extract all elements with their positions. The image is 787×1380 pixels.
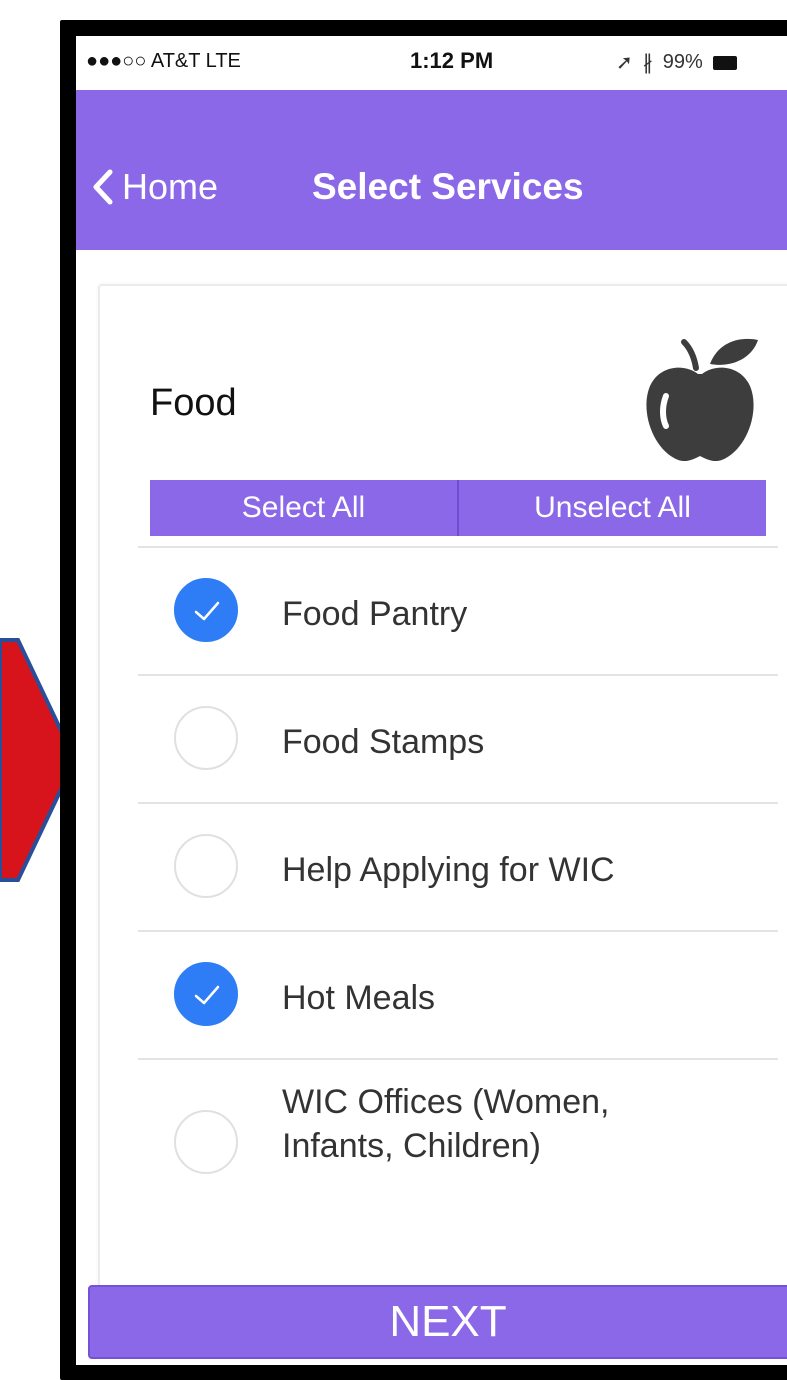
phone-screen: ●●●○○ AT&T LTE 1:12 PM ➚ ∦ 99% Home Sele…	[76, 36, 787, 1365]
service-row-help-applying-wic[interactable]: Help Applying for WIC	[138, 802, 778, 930]
service-row-food-stamps[interactable]: Food Stamps	[138, 674, 778, 802]
service-list: Food Pantry Food Stamps Help Applying fo…	[138, 546, 778, 1228]
status-bar: ●●●○○ AT&T LTE 1:12 PM ➚ ∦ 99%	[76, 36, 787, 90]
checkmark-icon	[194, 601, 220, 621]
checkbox-hot-meals[interactable]	[174, 962, 238, 1026]
service-label: WIC Offices (Women, Infants, Children)	[282, 1083, 610, 1165]
location-icon: ➚	[616, 52, 633, 74]
service-row-wic-offices[interactable]: WIC Offices (Women, Infants, Children)	[138, 1058, 778, 1228]
select-all-button[interactable]: Select All	[150, 480, 457, 536]
checkbox-food-pantry[interactable]	[174, 578, 238, 642]
status-right: ➚ ∦ 99%	[616, 50, 737, 75]
select-toggle-group: Select All Unselect All	[150, 480, 766, 536]
status-carrier: ●●●○○ AT&T LTE	[86, 50, 241, 72]
service-label: Help Applying for WIC	[282, 851, 615, 889]
next-button[interactable]: NEXT	[88, 1285, 787, 1359]
service-row-hot-meals[interactable]: Hot Meals	[138, 930, 778, 1058]
checkbox-help-applying-wic[interactable]	[174, 834, 238, 898]
category-title: Food	[150, 382, 237, 424]
phone-frame: ●●●○○ AT&T LTE 1:12 PM ➚ ∦ 99% Home Sele…	[60, 20, 787, 1380]
battery-icon	[712, 55, 737, 70]
status-time: 1:12 PM	[410, 48, 494, 73]
service-label: Hot Meals	[282, 979, 436, 1017]
checkmark-icon	[194, 985, 220, 1005]
checkbox-wic-offices[interactable]	[174, 1110, 238, 1174]
bluetooth-icon: ∦	[642, 52, 653, 74]
page-title: Select Services	[312, 166, 584, 207]
service-label: Food Pantry	[282, 595, 468, 633]
service-label: Food Stamps	[282, 723, 485, 761]
apple-icon	[646, 338, 758, 462]
service-category-card: Food Select All Unselect All Food Pantry…	[98, 284, 787, 1328]
battery-percent: 99%	[662, 51, 703, 73]
chevron-left-icon	[93, 169, 113, 205]
service-row-food-pantry[interactable]: Food Pantry	[138, 546, 778, 674]
back-button[interactable]: Home	[92, 166, 218, 208]
unselect-all-button[interactable]: Unselect All	[457, 480, 766, 536]
back-button-label: Home	[122, 166, 219, 207]
nav-bar: Home Select Services	[76, 90, 787, 250]
checkbox-food-stamps[interactable]	[174, 706, 238, 770]
